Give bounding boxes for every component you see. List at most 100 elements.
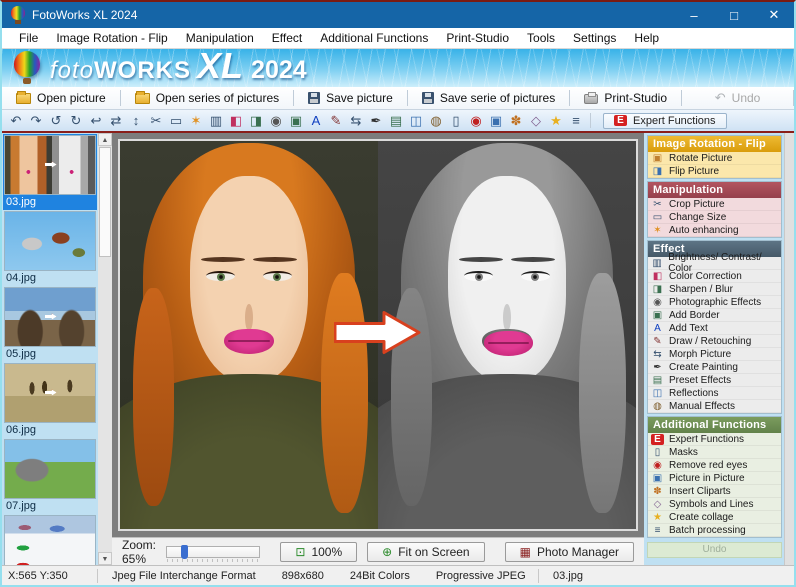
remove-red-eyes-icon[interactable]: ◉ bbox=[466, 110, 486, 131]
manual-effects-icon[interactable]: ◍ bbox=[426, 110, 446, 131]
panel-item[interactable]: ✂ Crop Picture bbox=[648, 198, 781, 211]
panel-item[interactable]: E Expert Functions bbox=[648, 433, 781, 446]
panel-item[interactable]: ▤ Preset Effects bbox=[648, 374, 781, 387]
rotate-180-icon[interactable]: ↩ bbox=[86, 110, 106, 131]
free-rotate-icon[interactable]: ↕ bbox=[126, 110, 146, 131]
color-correction-icon[interactable]: ◧ bbox=[226, 110, 246, 131]
add-border-icon[interactable]: ▣ bbox=[286, 110, 306, 131]
toolbar-button[interactable]: Print-Studio bbox=[570, 87, 681, 109]
toolbar-button[interactable]: Undo bbox=[682, 87, 793, 109]
photo-manager-button[interactable]: ▦ Photo Manager bbox=[505, 542, 634, 562]
symbols-lines-icon[interactable]: ◇ bbox=[526, 110, 546, 131]
add-text-icon[interactable]: A bbox=[306, 110, 326, 131]
panel-item[interactable]: ★ Create collage bbox=[648, 511, 781, 524]
flip-picture-icon[interactable]: ⇄ bbox=[106, 110, 126, 131]
toolbar-button[interactable]: Save picture bbox=[294, 87, 407, 109]
panel-item[interactable]: ◨ Flip Picture bbox=[648, 165, 781, 178]
change-size-icon: ▭ bbox=[651, 212, 664, 223]
draw-retouching-icon[interactable]: ✎ bbox=[326, 110, 346, 131]
panel-item[interactable]: ▥ Brightness/ Contrast/ Color bbox=[648, 257, 781, 270]
menu-item[interactable]: Print-Studio bbox=[437, 29, 518, 47]
thumb-rocks bbox=[4, 287, 96, 347]
panel-item[interactable]: ▯ Masks bbox=[648, 446, 781, 459]
list-item[interactable]: 07.jpg bbox=[3, 438, 97, 514]
maximize-button[interactable]: □ bbox=[714, 2, 754, 28]
toolbar-button[interactable]: Save serie of pictures bbox=[408, 87, 569, 109]
rotate-ccw-icon[interactable]: ↺ bbox=[46, 110, 66, 131]
menu-item[interactable]: Effect bbox=[263, 29, 311, 47]
panel-item-label: Reflections bbox=[669, 388, 718, 399]
create-painting-icon[interactable]: ✒ bbox=[366, 110, 386, 131]
zoom-slider[interactable] bbox=[166, 546, 260, 558]
create-collage-icon[interactable]: ★ bbox=[546, 110, 566, 131]
change-size-icon[interactable]: ▭ bbox=[166, 110, 186, 131]
close-button[interactable]: ✕ bbox=[754, 2, 794, 28]
auto-enhance-icon[interactable]: ✶ bbox=[186, 110, 206, 131]
panel-item[interactable]: ▣ Rotate Picture bbox=[648, 152, 781, 165]
zoom-slider-thumb[interactable] bbox=[181, 545, 188, 559]
zoom-bar: Zoom: 65% ⊡ 100% ⊕ Fit on Screen ▦ Photo… bbox=[112, 537, 644, 565]
morph-picture-icon[interactable]: ⇆ bbox=[346, 110, 366, 131]
panel-item[interactable]: ✒ Create Painting bbox=[648, 361, 781, 374]
crop-picture-icon[interactable]: ✂ bbox=[146, 110, 166, 131]
list-item[interactable]: 08.jpg bbox=[3, 514, 97, 565]
panel-item[interactable]: ◍ Manual Effects bbox=[648, 400, 781, 413]
preset-effects-icon[interactable]: ▤ bbox=[386, 110, 406, 131]
panel-item[interactable]: ▣ Picture in Picture bbox=[648, 472, 781, 485]
expert-functions-button[interactable]: E Expert Functions bbox=[603, 113, 727, 129]
rotate-page-left-icon[interactable]: ↶ bbox=[6, 110, 26, 131]
panel-scrollbar[interactable] bbox=[784, 133, 794, 565]
thumb-river bbox=[4, 363, 96, 423]
minimize-button[interactable]: – bbox=[674, 2, 714, 28]
fit-on-screen-button[interactable]: ⊕ Fit on Screen bbox=[367, 542, 484, 562]
insert-cliparts-icon[interactable]: ✽ bbox=[506, 110, 526, 131]
panel-item[interactable]: ◫ Reflections bbox=[648, 387, 781, 400]
menu-item[interactable]: Image Rotation - Flip bbox=[47, 29, 176, 47]
remove-red-eyes-icon: ◉ bbox=[651, 460, 664, 471]
panel-item[interactable]: ✎ Draw / Retouching bbox=[648, 335, 781, 348]
undo-button[interactable]: Undo bbox=[647, 542, 782, 558]
batch-processing-icon[interactable]: ≡ bbox=[566, 110, 586, 131]
panel-item[interactable]: ⇆ Morph Picture bbox=[648, 348, 781, 361]
color-correction-icon: ◧ bbox=[651, 271, 664, 282]
rotate-cw-icon[interactable]: ↻ bbox=[66, 110, 86, 131]
menu-item[interactable]: Manipulation bbox=[177, 29, 263, 47]
list-item[interactable]: 06.jpg bbox=[3, 362, 97, 438]
panel-item[interactable]: ▣ Add Border bbox=[648, 309, 781, 322]
image-canvas[interactable] bbox=[112, 133, 644, 537]
sharpen-blur-icon[interactable]: ◨ bbox=[246, 110, 266, 131]
picture-in-picture-icon[interactable]: ▣ bbox=[486, 110, 506, 131]
list-item[interactable]: 04.jpg bbox=[3, 210, 97, 286]
panel-item[interactable]: ◉ Photographic Effects bbox=[648, 296, 781, 309]
panel-item[interactable]: ◇ Symbols and Lines bbox=[648, 498, 781, 511]
reflections-icon[interactable]: ◫ bbox=[406, 110, 426, 131]
photographic-effects-icon[interactable]: ◉ bbox=[266, 110, 286, 131]
content-area: 03.jpg 04.jpg 05.jpg 06.jpg bbox=[2, 133, 794, 565]
list-item[interactable]: 03.jpg bbox=[3, 134, 97, 210]
list-item[interactable]: 05.jpg bbox=[3, 286, 97, 362]
logo-works: WORKS bbox=[94, 57, 191, 85]
scrollbar-thumb[interactable] bbox=[99, 147, 111, 257]
brightness-contrast-icon[interactable]: ▥ bbox=[206, 110, 226, 131]
panel-item[interactable]: ▭ Change Size bbox=[648, 211, 781, 224]
panel-item-label: Color Correction bbox=[669, 271, 742, 282]
menu-item[interactable]: Help bbox=[625, 29, 668, 47]
panel-item[interactable]: A Add Text bbox=[648, 322, 781, 335]
menu-item[interactable]: Settings bbox=[564, 29, 625, 47]
panel-item[interactable]: ◉ Remove red eyes bbox=[648, 459, 781, 472]
zoom-100-button[interactable]: ⊡ 100% bbox=[280, 542, 357, 562]
toolbar-button[interactable]: Open series of pictures bbox=[121, 87, 293, 109]
sidebar-scrollbar[interactable]: ▲ ▼ bbox=[98, 133, 112, 565]
menu-item[interactable]: File bbox=[10, 29, 47, 47]
menu-item[interactable]: Tools bbox=[518, 29, 564, 47]
toolbar-button[interactable]: Open picture bbox=[2, 87, 120, 109]
scroll-down-icon[interactable]: ▼ bbox=[98, 552, 112, 565]
panel-item[interactable]: ≡ Batch processing bbox=[648, 524, 781, 537]
masks-icon[interactable]: ▯ bbox=[446, 110, 466, 131]
menu-item[interactable]: Additional Functions bbox=[311, 29, 437, 47]
panel-item[interactable]: ✶ Auto enhancing bbox=[648, 224, 781, 237]
rotate-page-right-icon[interactable]: ↷ bbox=[26, 110, 46, 131]
scroll-up-icon[interactable]: ▲ bbox=[98, 133, 112, 146]
panel-item[interactable]: ✽ Insert Cliparts bbox=[648, 485, 781, 498]
panel-item[interactable]: ◨ Sharpen / Blur bbox=[648, 283, 781, 296]
